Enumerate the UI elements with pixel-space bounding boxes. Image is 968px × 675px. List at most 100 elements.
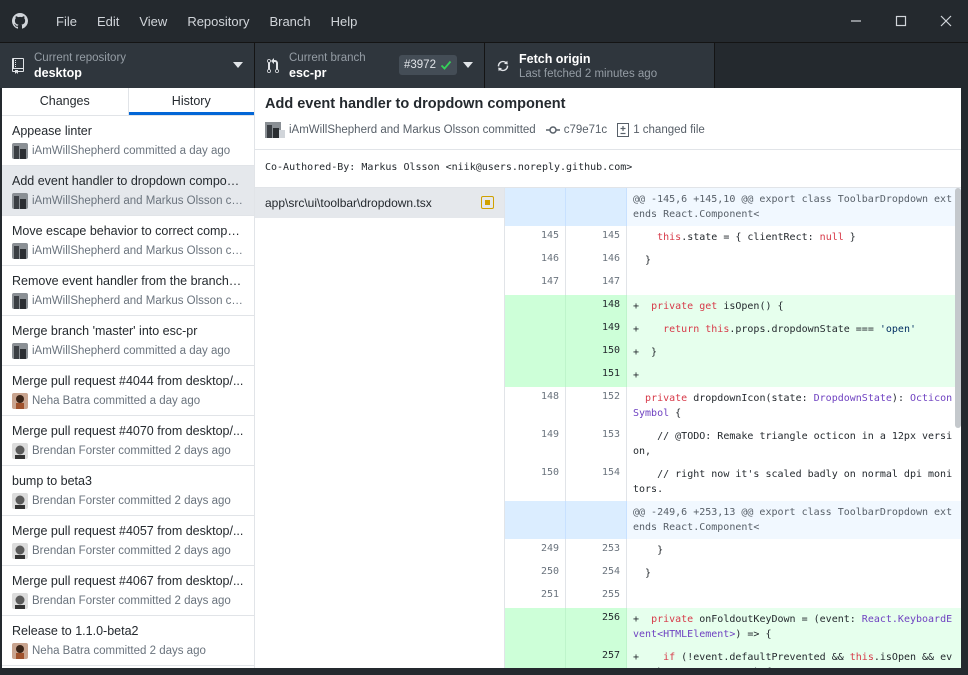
commit-list-item[interactable]: Remove event handler from the branches..… (2, 266, 254, 316)
diff-line-added: 149 + return this.props.dropdownState ===… (505, 318, 961, 341)
diff-line: 147 147 (505, 272, 961, 295)
diff-scrollbar[interactable] (955, 188, 961, 428)
commit-summary: Remove event handler from the branches..… (12, 274, 244, 288)
diff-hunk-header: @@ -249,6 +253,13 @@ export class Toolba… (505, 501, 961, 539)
avatar (12, 143, 28, 159)
commit-list-item[interactable]: Merge pull request #4044 from desktop/..… (2, 366, 254, 416)
commit-sha[interactable]: c79e71c (564, 124, 607, 136)
file-path: app\src\ui\toolbar\dropdown.tsx (265, 196, 432, 210)
commit-author: iAmWillShepherd and Markus Olsson co... (32, 295, 244, 307)
minimize-button[interactable] (833, 0, 878, 42)
commit-details-panel: Add event handler to dropdown component … (255, 88, 961, 668)
branch-label: Current branch (289, 51, 366, 64)
commit-list-item[interactable]: Merge pull request #4070 from desktop/..… (2, 416, 254, 466)
changed-files-count: 1 changed file (633, 124, 705, 136)
menu-branch[interactable]: Branch (259, 0, 320, 42)
github-logo-icon (12, 13, 28, 29)
commit-summary: Merge pull request #4044 from desktop/..… (12, 374, 244, 388)
commit-summary: Merge branch 'master' into esc-pr (12, 324, 198, 338)
avatar (12, 643, 28, 659)
repo-label: Current repository (34, 51, 127, 64)
commit-authors: iAmWillShepherd and Markus Olsson commit… (289, 124, 536, 136)
commit-author: Brendan Forster committed 2 days ago (32, 595, 231, 607)
maximize-button[interactable] (878, 0, 923, 42)
repo-chevron-down-icon (233, 62, 243, 68)
commit-list-item[interactable]: Move escape behavior to correct compo...… (2, 216, 254, 266)
changed-file-list: app\src\ui\toolbar\dropdown.tsx (255, 188, 505, 668)
commit-list-item[interactable]: Merge branch 'master' into esc-pr iAmWil… (2, 316, 254, 366)
commit-summary: Merge pull request #4057 from desktop/..… (12, 524, 244, 538)
commit-description: Co-Authored-By: Markus Olsson <niik@user… (255, 150, 961, 188)
diff-line-added: 256 + private onFoldoutKeyDown = (event: … (505, 608, 961, 646)
pr-badge[interactable]: #3972 (399, 55, 457, 75)
close-icon (940, 15, 951, 27)
commit-summary: Release to 1.1.0-beta2 (12, 624, 139, 638)
commit-summary: bump to beta3 (12, 474, 92, 488)
toolbar: Current repository desktop Current branc… (0, 42, 968, 88)
diff-line: 148 152 private dropdownIcon(state: Dropd… (505, 387, 961, 425)
commit-summary: Add event handler to dropdown compon... (12, 174, 244, 188)
branch-icon (265, 57, 281, 74)
diff-line: 149 153 // @TODO: Remake triangle octicon… (505, 425, 961, 463)
commit-summary: Move escape behavior to correct compo... (12, 224, 244, 238)
minimize-icon (850, 20, 861, 22)
diff-line: 146 146 } (505, 249, 961, 272)
commit-title: Add event handler to dropdown component (265, 96, 566, 112)
avatar (12, 393, 28, 409)
diff-line-added: 148 + private get isOpen() { (505, 295, 961, 318)
commit-list-item[interactable]: Release to 1.1.0-beta2 Neha Batra commit… (2, 616, 254, 666)
tab-changes[interactable]: Changes (2, 88, 129, 115)
current-repository-button[interactable]: Current repository desktop (0, 43, 255, 88)
commit-author: iAmWillShepherd committed a day ago (32, 145, 231, 157)
file-modified-icon (481, 196, 494, 209)
menu-bar: File Edit View Repository Branch Help (46, 0, 367, 42)
check-icon (440, 60, 452, 70)
diff-line: 250 254 } (505, 562, 961, 585)
menu-view[interactable]: View (129, 0, 177, 42)
avatar (12, 493, 28, 509)
commit-list-item[interactable]: Merge pull request #4057 from desktop/..… (2, 516, 254, 566)
avatar (12, 193, 28, 209)
commit-author: Neha Batra committed a day ago (32, 395, 201, 407)
commit-info: iAmWillShepherd and Markus Olsson commit… (265, 122, 951, 138)
pr-number: #3972 (404, 59, 436, 71)
file-list-item[interactable]: app\src\ui\toolbar\dropdown.tsx (255, 188, 504, 218)
maximize-icon (895, 15, 906, 27)
commit-summary: Appease linter (12, 124, 92, 138)
avatar (12, 343, 28, 359)
commit-author: Brendan Forster committed 2 days ago (32, 445, 231, 457)
avatar (12, 243, 28, 259)
menu-file[interactable]: File (46, 0, 87, 42)
current-branch-button[interactable]: Current branch esc-pr #3972 (255, 43, 485, 88)
fetch-origin-button[interactable]: Fetch origin Last fetched 2 minutes ago (485, 43, 715, 88)
commit-header: Add event handler to dropdown component … (255, 88, 961, 150)
commit-list-item[interactable]: Appease linter iAmWillShepherd committed… (2, 116, 254, 166)
menu-help[interactable]: Help (321, 0, 368, 42)
menu-repository[interactable]: Repository (177, 0, 259, 42)
sync-icon (495, 58, 511, 74)
avatar (12, 293, 28, 309)
close-button[interactable] (923, 0, 968, 42)
diff-hunk-header: @@ -145,6 +145,10 @@ export class Toolba… (505, 188, 961, 226)
diff-view: @@ -145,6 +145,10 @@ export class Toolba… (505, 188, 961, 668)
diff-line-added: 151 + (505, 364, 961, 387)
diff-line-added: 257 + if (!event.defaultPrevented && this… (505, 646, 961, 668)
fetch-subtitle: Last fetched 2 minutes ago (519, 67, 658, 80)
avatar (12, 443, 28, 459)
diff-line: 251 255 (505, 585, 961, 608)
commit-author: Brendan Forster committed 2 days ago (32, 495, 231, 507)
fetch-title: Fetch origin (519, 51, 591, 66)
repo-icon (10, 57, 26, 74)
diff-line-added: 150 + } (505, 341, 961, 364)
avatar (12, 543, 28, 559)
tab-bar: Changes History (2, 88, 254, 116)
repo-name: desktop (34, 65, 82, 80)
commit-list: Appease linter iAmWillShepherd committed… (2, 116, 254, 666)
commit-list-item[interactable]: Add event handler to dropdown compon... … (2, 166, 254, 216)
tab-history[interactable]: History (128, 88, 254, 115)
menu-edit[interactable]: Edit (87, 0, 129, 42)
commit-list-item[interactable]: bump to beta3 Brendan Forster committed … (2, 466, 254, 516)
diff-line: 150 154 // right now it's scaled badly on… (505, 463, 961, 501)
avatar (12, 593, 28, 609)
commit-list-item[interactable]: Merge pull request #4067 from desktop/..… (2, 566, 254, 616)
